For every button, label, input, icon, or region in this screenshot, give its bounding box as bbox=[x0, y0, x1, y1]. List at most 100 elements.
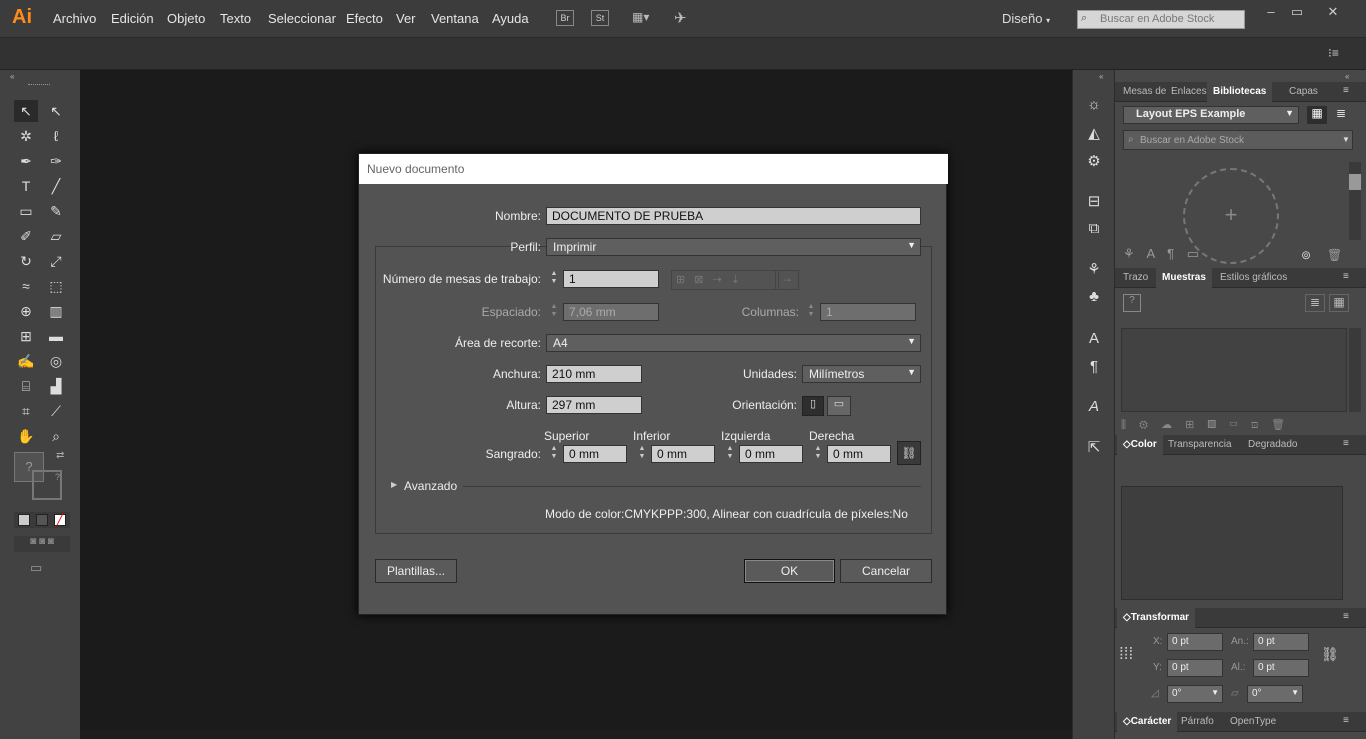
tab-trazo[interactable]: Trazo bbox=[1117, 268, 1154, 288]
avanzado-label[interactable]: Avanzado bbox=[404, 479, 457, 493]
swatches-list[interactable] bbox=[1121, 328, 1347, 412]
list-view-icon[interactable]: ≣ bbox=[1305, 294, 1325, 312]
tab-color[interactable]: ◇Color bbox=[1117, 435, 1163, 455]
columnas-stepper[interactable]: ▲ ▼ bbox=[803, 303, 819, 321]
blend-tool-icon[interactable]: ◎ bbox=[44, 350, 68, 372]
align-icon[interactable]: ⊟ bbox=[1083, 192, 1105, 214]
menu-texto[interactable]: Texto bbox=[220, 11, 251, 26]
rotate-field[interactable]: 0° ▼ bbox=[1167, 685, 1223, 703]
gpu-performance-icon[interactable]: ✈ bbox=[674, 9, 687, 27]
height-field[interactable]: 0 pt bbox=[1253, 659, 1309, 677]
derecha-input[interactable]: 0 mm bbox=[827, 445, 891, 463]
menu-archivo[interactable]: Archivo bbox=[53, 11, 96, 26]
panel-menu-icon[interactable]: ≡ bbox=[1343, 611, 1349, 622]
tab-transparencia[interactable]: Transparencia bbox=[1162, 435, 1238, 455]
artboard-tool-icon[interactable]: ⌗ bbox=[14, 400, 38, 422]
library-toolbar[interactable]: ⚘ A ¶ ▭ bbox=[1123, 246, 1353, 264]
panel-menu-icon[interactable]: ⁝≡ bbox=[1328, 46, 1339, 60]
link-icon[interactable]: ⛓ bbox=[897, 441, 921, 465]
panel-menu-icon[interactable]: ≡ bbox=[1343, 438, 1349, 449]
slice-tool-icon[interactable]: ⟋ bbox=[44, 400, 68, 422]
free-transform-tool-icon[interactable]: ⬚ bbox=[44, 275, 68, 297]
swap-fill-stroke-icon[interactable]: ⇄ bbox=[56, 450, 64, 461]
shape-builder-tool-icon[interactable]: ⊕ bbox=[14, 300, 38, 322]
swatches-toolbar[interactable]: ⫼ ⚙ ☁ ⊞ ▤ ▭ ⊡ 🗑 bbox=[1121, 418, 1357, 432]
perfil-select[interactable]: Imprimir ▼ bbox=[546, 238, 921, 256]
graphic-styles-icon[interactable]: ⚙ bbox=[1083, 152, 1105, 174]
menu-objeto[interactable]: Objeto bbox=[167, 11, 205, 26]
library-search-input[interactable]: ⌕ Buscar en Adobe Stock ▼ bbox=[1123, 130, 1353, 150]
derecha-stepper[interactable]: ▲ ▼ bbox=[810, 445, 826, 463]
reference-point-icon[interactable]: ⁞⁞⁞ bbox=[1119, 644, 1133, 664]
brushes-icon[interactable]: ⚘ bbox=[1083, 260, 1105, 282]
library-select[interactable]: Layout EPS Example ▼ bbox=[1123, 106, 1299, 124]
collapse-icon[interactable]: « bbox=[1345, 72, 1349, 81]
paintbrush-tool-icon[interactable]: ✎ bbox=[44, 200, 68, 222]
none-button[interactable]: ╱ bbox=[54, 514, 66, 526]
portrait-icon[interactable]: ▯ bbox=[802, 396, 824, 416]
close-button[interactable]: ✕ bbox=[1318, 4, 1348, 20]
gradient-tool-icon[interactable]: ▬ bbox=[44, 325, 68, 347]
tab-opentype[interactable]: OpenType bbox=[1224, 712, 1282, 732]
direct-selection-tool-icon[interactable]: ↖ bbox=[44, 100, 68, 122]
stroke-swatch[interactable]: ? bbox=[32, 470, 62, 500]
cc-sync-icon[interactable]: ⊚ bbox=[1301, 248, 1311, 262]
landscape-icon[interactable]: ▭ bbox=[827, 396, 851, 416]
screen-mode-icon[interactable]: ▭ bbox=[30, 560, 42, 576]
anchura-input[interactable]: 210 mm bbox=[546, 365, 642, 383]
gradient-button[interactable] bbox=[36, 514, 48, 526]
cancel-button[interactable]: Cancelar bbox=[840, 559, 932, 583]
scrollbar[interactable] bbox=[1349, 162, 1361, 240]
tab-capas[interactable]: Capas bbox=[1283, 82, 1324, 102]
perspective-grid-tool-icon[interactable]: ▥ bbox=[44, 300, 68, 322]
symbol-sprayer-tool-icon[interactable]: ⌸ bbox=[14, 375, 38, 397]
stock-search-input[interactable]: Buscar en Adobe Stock bbox=[1077, 10, 1245, 29]
rotate-tool-icon[interactable]: ↻ bbox=[14, 250, 38, 272]
color-area[interactable] bbox=[1121, 486, 1343, 600]
menu-ver[interactable]: Ver bbox=[396, 11, 416, 26]
scrollbar[interactable] bbox=[1349, 328, 1361, 412]
collapse-icon[interactable]: « bbox=[1099, 72, 1103, 81]
pen-tool-icon[interactable]: ✒ bbox=[14, 150, 38, 172]
hand-tool-icon[interactable]: ✋ bbox=[14, 425, 38, 447]
tab-muestras[interactable]: Muestras bbox=[1156, 268, 1212, 288]
tab-bibliotecas[interactable]: Bibliotecas bbox=[1207, 82, 1273, 102]
type-tool-icon[interactable]: T bbox=[14, 175, 38, 197]
selection-tool-icon[interactable]: ↖ bbox=[14, 100, 38, 122]
zoom-tool-icon[interactable]: ⌕ bbox=[44, 425, 68, 447]
panel-menu-icon[interactable]: ≡ bbox=[1343, 85, 1349, 96]
panel-menu-icon[interactable]: ≡ bbox=[1343, 715, 1349, 726]
collapse-icon[interactable]: « bbox=[10, 72, 14, 81]
glyphs-icon[interactable]: A bbox=[1083, 398, 1105, 420]
menu-seleccionar[interactable]: Seleccionar bbox=[268, 11, 336, 26]
tab-caracter[interactable]: ◇Carácter bbox=[1117, 712, 1178, 732]
maximize-button[interactable]: ▭ bbox=[1282, 4, 1312, 20]
scrollbar-thumb[interactable] bbox=[1349, 174, 1361, 190]
tab-enlaces[interactable]: Enlaces bbox=[1165, 82, 1213, 102]
inferior-input[interactable]: 0 mm bbox=[651, 445, 715, 463]
magic-wand-tool-icon[interactable]: ✲ bbox=[14, 125, 38, 147]
character-styles-icon[interactable]: A bbox=[1083, 330, 1105, 352]
width-field[interactable]: 0 pt bbox=[1253, 633, 1309, 651]
arrow-right-icon[interactable]: → bbox=[775, 270, 799, 290]
tab-parrafo[interactable]: Párrafo bbox=[1175, 712, 1220, 732]
panel-menu-icon[interactable]: ≡ bbox=[1343, 271, 1349, 282]
shear-field[interactable]: 0° ▼ bbox=[1247, 685, 1303, 703]
list-view-icon[interactable]: ≣ bbox=[1331, 106, 1351, 124]
export-icon[interactable]: ⇱ bbox=[1083, 438, 1105, 460]
shaper-tool-icon[interactable]: ✐ bbox=[14, 225, 38, 247]
trash-icon[interactable]: 🗑 bbox=[1327, 248, 1342, 262]
superior-input[interactable]: 0 mm bbox=[563, 445, 627, 463]
grid-view-icon[interactable]: ▦ bbox=[1307, 106, 1327, 124]
bridge-button[interactable]: Br bbox=[556, 10, 574, 26]
scale-tool-icon[interactable]: ⤢ bbox=[44, 250, 68, 272]
arrange-documents-icon[interactable]: ▦▾ bbox=[632, 10, 658, 24]
graph-tool-icon[interactable]: ▟ bbox=[44, 375, 68, 397]
columnas-input[interactable]: 1 bbox=[820, 303, 916, 321]
tab-estilos-graficos[interactable]: Estilos gráficos bbox=[1214, 268, 1293, 288]
izquierda-input[interactable]: 0 mm bbox=[739, 445, 803, 463]
nombre-input[interactable]: DOCUMENTO DE PRUEBA bbox=[546, 207, 921, 225]
espaciado-stepper[interactable]: ▲ ▼ bbox=[546, 303, 562, 321]
menu-efecto[interactable]: Efecto bbox=[346, 11, 383, 26]
eyedropper-tool-icon[interactable]: ✍ bbox=[14, 350, 38, 372]
